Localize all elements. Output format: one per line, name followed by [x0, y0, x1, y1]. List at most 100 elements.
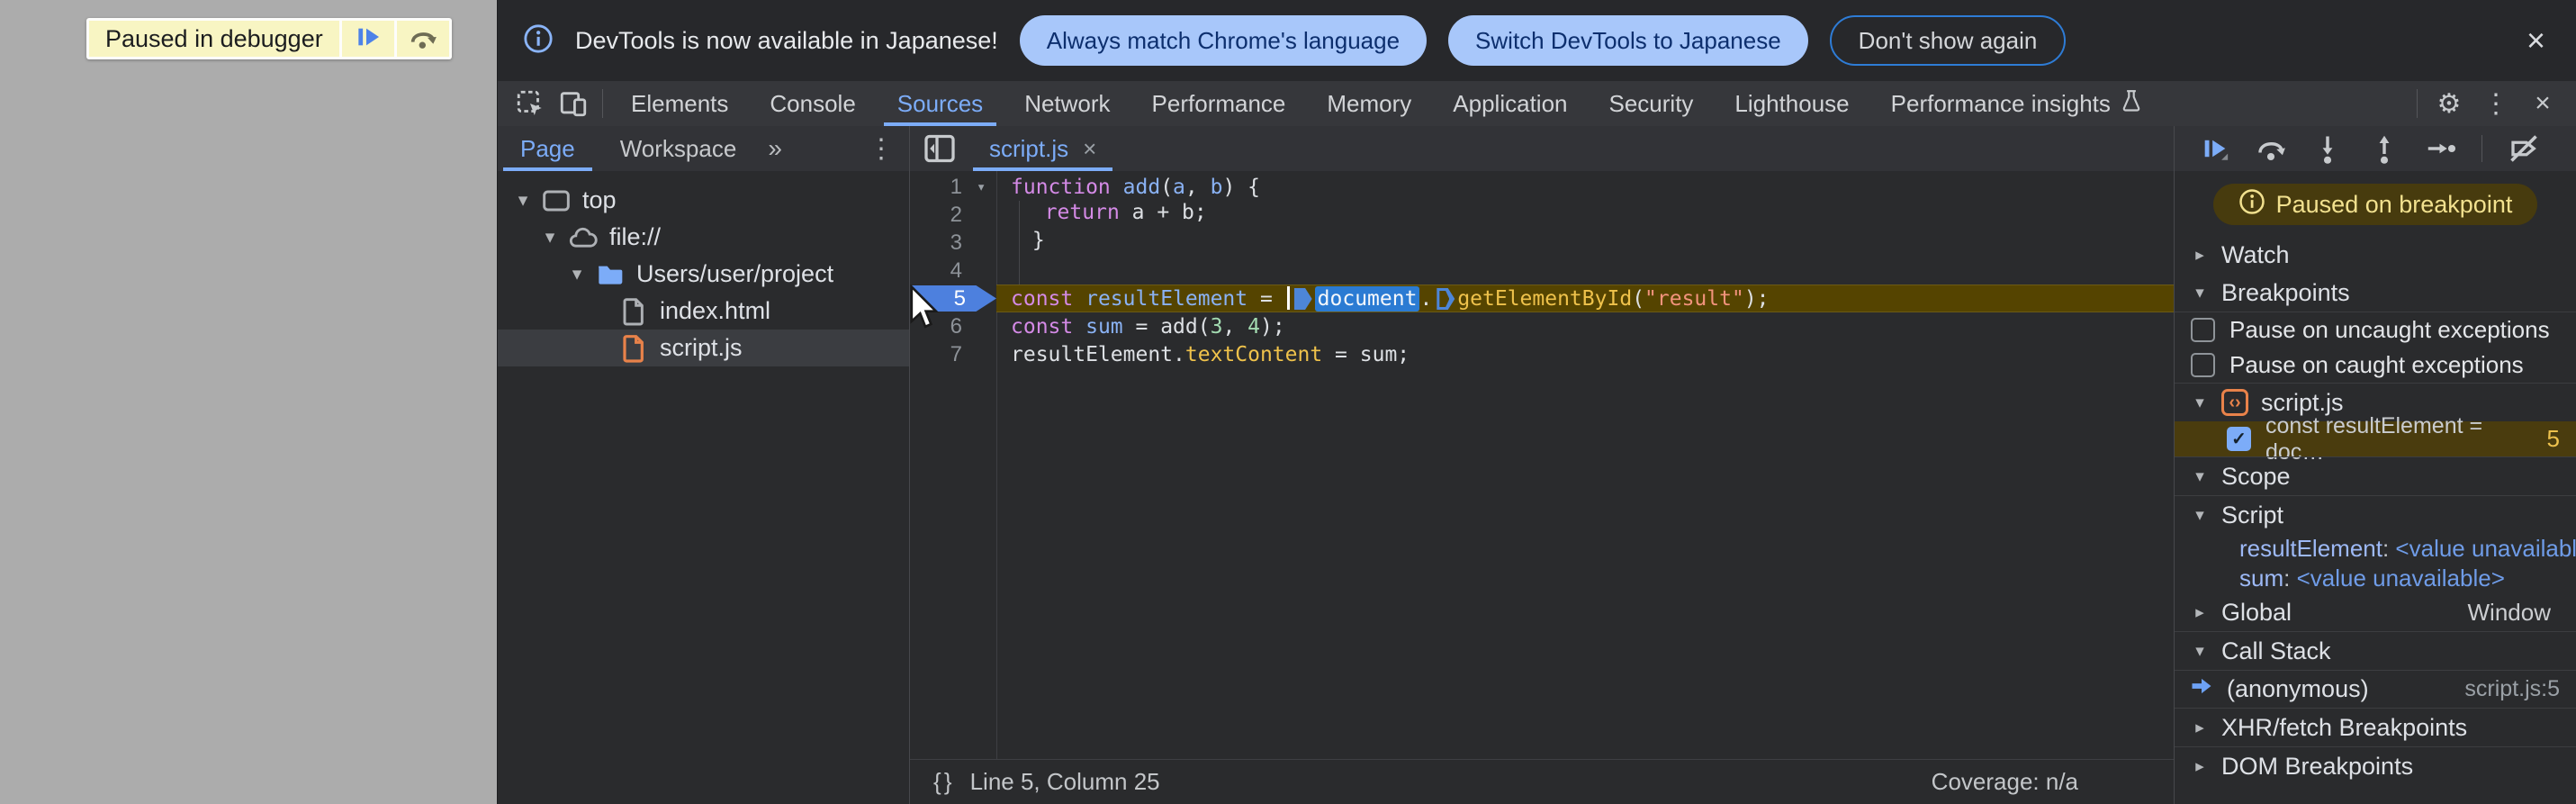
breakpoint-entry-row[interactable]: ✓ const resultElement = doc… 5: [2175, 413, 2576, 465]
tree-item-script-js[interactable]: script.js: [498, 330, 909, 366]
hide-navigator-icon[interactable]: [910, 126, 969, 171]
infobar-close-icon[interactable]: ×: [2526, 24, 2545, 57]
step-icon[interactable]: [2425, 132, 2457, 165]
more-tabs-chevron-icon[interactable]: »: [759, 134, 791, 163]
tab-sources[interactable]: Sources: [877, 81, 1004, 126]
expanded-arrow-icon: ▾: [2195, 393, 2204, 412]
section-breakpoints[interactable]: ▾ Breakpoints: [2175, 274, 2576, 312]
pause-caught-exceptions-row[interactable]: Pause on caught exceptions: [2175, 348, 2576, 383]
info-icon: [523, 23, 554, 59]
html-file-icon: [615, 297, 653, 326]
tree-item-index-html[interactable]: index.html: [498, 293, 909, 330]
step-into-icon[interactable]: [2311, 132, 2344, 165]
toolbar-separator: [2481, 135, 2482, 162]
continue-to-here-marker[interactable]: [1293, 288, 1312, 310]
call-stack-frame-row[interactable]: (anonymous) script.js:5: [2175, 671, 2576, 708]
collapsed-arrow-icon: ▸: [2195, 602, 2204, 622]
paused-banner-label-segment: Paused in debugger: [89, 21, 339, 57]
tab-lighthouse[interactable]: Lighthouse: [1714, 81, 1869, 126]
info-icon: [2238, 188, 2265, 221]
line-number[interactable]: 6: [910, 314, 996, 339]
evaluated-expression-highlight[interactable]: document: [1314, 286, 1420, 312]
paused-in-debugger-banner: Paused in debugger: [86, 18, 452, 59]
device-toolbar-icon[interactable]: [552, 81, 595, 126]
tab-performance-insights[interactable]: Performance insights: [1870, 81, 2164, 126]
debugger-toolbar: [2175, 126, 2576, 171]
toolbar-separator: [2417, 89, 2418, 118]
tree-item-file-scheme[interactable]: ▾ file://: [498, 219, 909, 256]
resume-script-icon[interactable]: [2200, 133, 2230, 164]
scope-variable-row: sum: <value unavailable>: [2239, 565, 2505, 592]
fold-arrow-icon[interactable]: ▾: [977, 178, 986, 196]
pause-uncaught-exceptions-row[interactable]: Pause on uncaught exceptions: [2175, 312, 2576, 348]
indent-guide: [1019, 257, 1020, 285]
tab-performance[interactable]: Performance: [1131, 81, 1307, 126]
line-number[interactable]: 2: [910, 203, 996, 228]
execution-line-marker[interactable]: 5: [912, 285, 996, 312]
folder-icon: [591, 262, 629, 287]
frame-location: script.js:5: [2464, 676, 2560, 701]
code-line-1: 1 ▾ function add(a, b) {: [910, 173, 2174, 201]
expanded-arrow-icon: ▾: [2195, 466, 2204, 486]
expanded-arrow-icon: ▾: [2195, 505, 2204, 525]
tree-item-top[interactable]: ▾ top: [498, 182, 909, 219]
tab-security[interactable]: Security: [1589, 81, 1715, 126]
tab-console[interactable]: Console: [749, 81, 876, 126]
step-over-icon[interactable]: [2255, 132, 2287, 165]
code-editor[interactable]: 1 ▾ function add(a, b) { 2 return a + b;…: [910, 171, 2174, 759]
coverage-label: Coverage: n/a: [1931, 768, 2078, 795]
section-xhr-breakpoints[interactable]: ▸ XHR/fetch Breakpoints: [2175, 709, 2576, 746]
navigator-tabbar: Page Workspace » ⋮: [498, 126, 909, 171]
file-tree: ▾ top ▾ file:// ▾ Users/user/project ind…: [498, 171, 909, 366]
dont-show-again-button[interactable]: Don't show again: [1829, 15, 2067, 66]
tab-elements[interactable]: Elements: [610, 81, 749, 126]
step-out-icon[interactable]: [2368, 132, 2400, 165]
continue-to-here-marker[interactable]: [1437, 288, 1455, 310]
toolbar-separator: [602, 89, 603, 118]
line-number[interactable]: 3: [910, 230, 996, 256]
line-number[interactable]: 7: [910, 342, 996, 367]
navigator-kebab-icon[interactable]: ⋮: [868, 133, 909, 165]
expanded-arrow-icon: ▾: [518, 190, 528, 211]
resume-icon: [354, 23, 383, 56]
editor-tab-script-js[interactable]: script.js ×: [969, 126, 1116, 171]
checkbox-checked[interactable]: ✓: [2227, 427, 2251, 451]
pretty-print-icon[interactable]: { }: [933, 768, 952, 796]
expanded-arrow-icon: ▾: [545, 227, 555, 248]
tree-item-project-folder[interactable]: ▾ Users/user/project: [498, 256, 909, 293]
tab-network[interactable]: Network: [1004, 81, 1130, 126]
section-scope[interactable]: ▾ Scope: [2175, 457, 2576, 495]
tab-memory[interactable]: Memory: [1306, 81, 1432, 126]
paused-on-breakpoint-badge: Paused on breakpoint: [2212, 184, 2538, 225]
infobar-message: DevTools is now available in Japanese!: [575, 26, 998, 54]
deactivate-breakpoints-icon[interactable]: [2507, 132, 2541, 165]
paused-banner-label: Paused in debugger: [105, 24, 323, 52]
scope-global-group[interactable]: ▸ Global Window: [2175, 593, 2576, 631]
checkbox-unchecked[interactable]: [2191, 353, 2215, 377]
tab-workspace[interactable]: Workspace: [598, 126, 760, 171]
line-number[interactable]: 4: [910, 258, 996, 284]
code-line-3: 3 }: [910, 229, 2174, 257]
more-options-kebab-icon[interactable]: ⋮: [2473, 88, 2518, 120]
section-watch[interactable]: ▸ Watch: [2175, 236, 2576, 274]
devtools-close-icon[interactable]: ×: [2520, 90, 2565, 117]
checkbox-unchecked[interactable]: [2191, 318, 2215, 342]
settings-gear-icon[interactable]: ⚙: [2427, 88, 2472, 120]
section-dom-breakpoints[interactable]: ▸ DOM Breakpoints: [2175, 747, 2576, 785]
scope-script-group[interactable]: ▾ Script: [2175, 496, 2576, 534]
editor-tabbar: script.js ×: [910, 126, 2174, 171]
match-chrome-language-button[interactable]: Always match Chrome's language: [1019, 15, 1428, 66]
toolbar-right-controls: ⚙ ⋮ ×: [2409, 88, 2576, 120]
tab-application[interactable]: Application: [1432, 81, 1588, 126]
switch-devtools-japanese-button[interactable]: Switch DevTools to Japanese: [1448, 15, 1808, 66]
section-call-stack[interactable]: ▾ Call Stack: [2175, 632, 2576, 670]
current-frame-arrow-icon: [2189, 673, 2214, 705]
step-over-button[interactable]: [396, 21, 449, 57]
devtools-window: DevTools is now available in Japanese! A…: [497, 0, 2576, 804]
expanded-arrow-icon: ▾: [2195, 283, 2204, 303]
close-tab-icon[interactable]: ×: [1083, 137, 1096, 160]
scope-variable-row: resultElement: <value unavailable>: [2239, 535, 2576, 562]
inspect-element-icon[interactable]: [509, 81, 552, 126]
tab-page[interactable]: Page: [498, 126, 598, 171]
resume-script-button[interactable]: [341, 21, 394, 57]
